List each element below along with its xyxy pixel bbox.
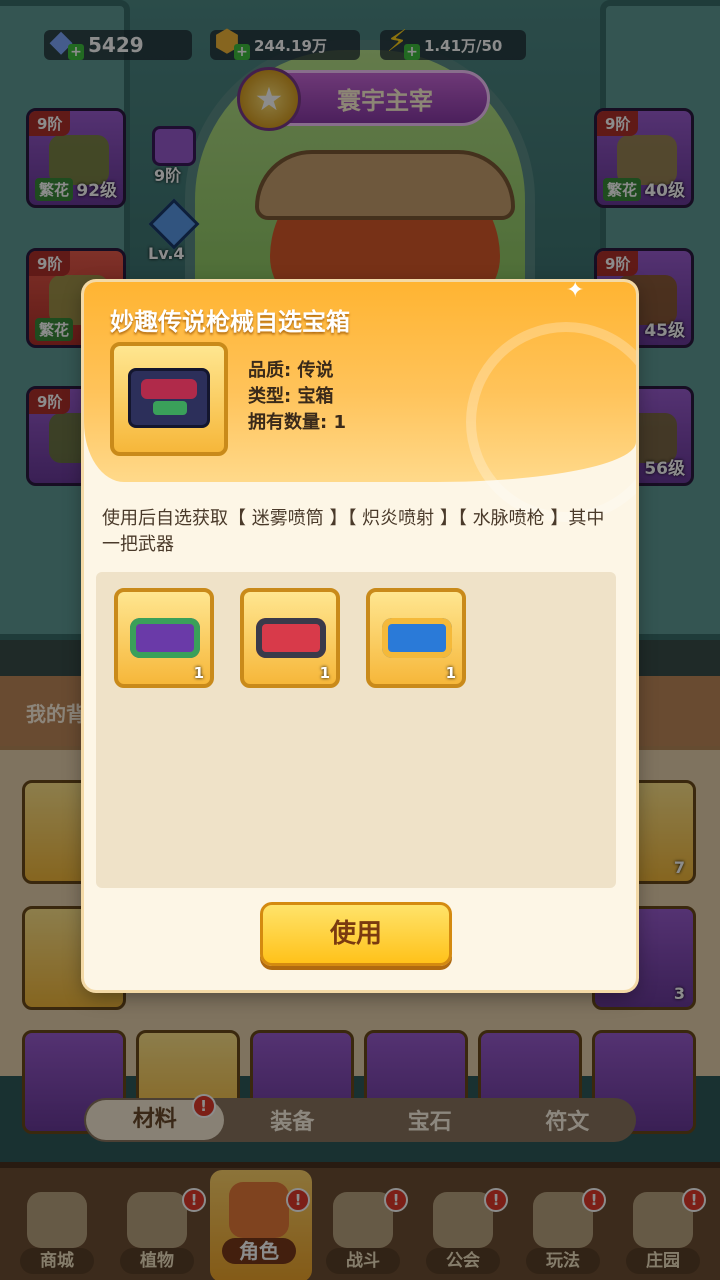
reward-count: 1 bbox=[193, 664, 204, 682]
reward-item[interactable]: 1 bbox=[240, 588, 340, 688]
flame-jet-icon bbox=[256, 618, 326, 658]
item-detail-dialog: ✦ 妙趣传说枪械自选宝箱 品质: 传说 类型: 宝箱 拥有数量: 1 使用后自选… bbox=[84, 282, 636, 990]
reward-list: 1 1 1 bbox=[96, 572, 616, 888]
use-button[interactable]: 使用 bbox=[260, 902, 452, 966]
item-owned: 拥有数量: 1 bbox=[248, 412, 346, 433]
item-type: 类型: 宝箱 bbox=[248, 386, 334, 407]
treasure-chest-icon bbox=[128, 368, 210, 428]
reward-count: 1 bbox=[445, 664, 456, 682]
item-quality: 品质: 传说 bbox=[248, 360, 334, 381]
mist-sprayer-icon bbox=[130, 618, 200, 658]
reward-item[interactable]: 1 bbox=[366, 588, 466, 688]
item-description: 使用后自选获取【 迷雾喷筒 】【 炽炎喷射 】【 水脉喷枪 】其中一把武器 bbox=[102, 508, 605, 555]
sun-decoration bbox=[466, 322, 636, 522]
water-gun-icon bbox=[382, 618, 452, 658]
item-info: 品质: 传说 类型: 宝箱 拥有数量: 1 bbox=[248, 358, 346, 436]
item-preview bbox=[110, 342, 228, 456]
sparkle-icon: ✦ bbox=[566, 282, 585, 303]
reward-item[interactable]: 1 bbox=[114, 588, 214, 688]
dialog-title: 妙趣传说枪械自选宝箱 bbox=[110, 308, 350, 336]
reward-count: 1 bbox=[319, 664, 330, 682]
